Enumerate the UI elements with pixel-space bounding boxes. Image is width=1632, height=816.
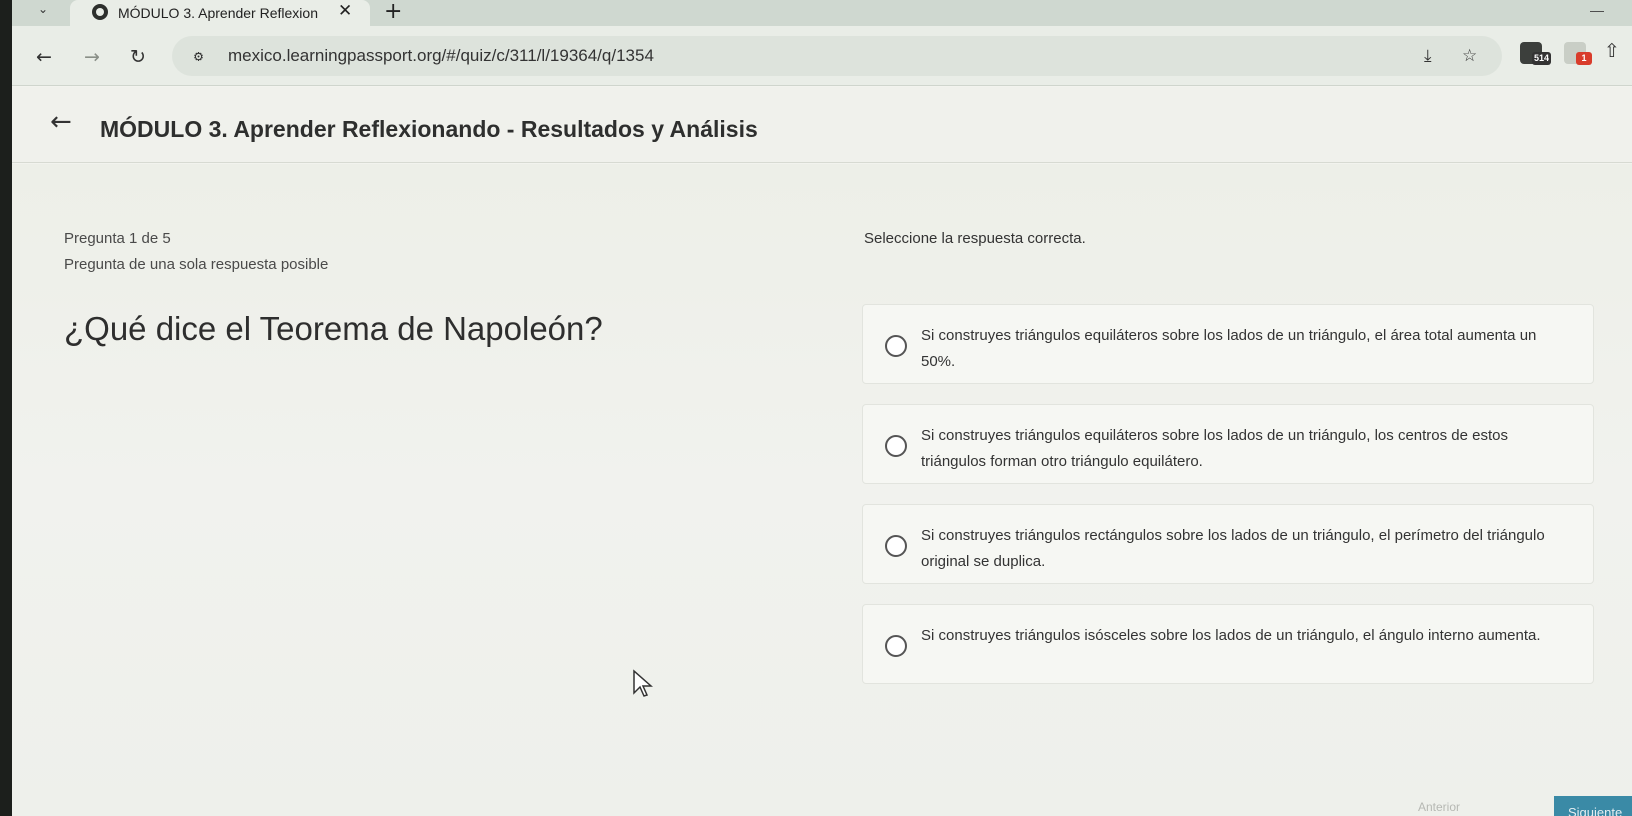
reload-icon[interactable]: ↻ (130, 46, 146, 68)
cast-icon[interactable]: ⤓ (1424, 46, 1432, 66)
radio-button[interactable] (885, 635, 907, 657)
app-header: ← MÓDULO 3. Aprender Reflexionando - Res… (12, 87, 1632, 163)
instruction-text: Seleccione la respuesta correcta. (864, 230, 1086, 247)
answer-option[interactable]: Si construyes triángulos rectángulos sob… (862, 504, 1594, 584)
back-icon[interactable]: ← (36, 46, 52, 68)
extension-badge: 1 (1576, 52, 1592, 65)
answer-option[interactable]: Si construyes triángulos equiláteros sob… (862, 304, 1594, 384)
extension-badge: 514 (1532, 52, 1552, 65)
radio-button[interactable] (885, 535, 907, 557)
question-text: ¿Qué dice el Teorema de Napoleón? (64, 310, 603, 347)
question-counter: Pregunta 1 de 5 (64, 230, 171, 247)
site-info-icon[interactable]: ⚙ (194, 47, 203, 65)
browser-tab[interactable]: MÓDULO 3. Aprender Reflexion ✕ (70, 0, 370, 26)
minimize-icon[interactable]: — (1590, 2, 1604, 18)
extension-icon[interactable]: 1 (1564, 42, 1592, 65)
quiz-content: Pregunta 1 de 5 Pregunta de una sola res… (12, 164, 1632, 816)
url-text[interactable]: mexico.learningpassport.org/#/quiz/c/311… (228, 46, 654, 66)
option-label: Si construyes triángulos rectángulos sob… (921, 527, 1545, 570)
mouse-cursor-icon (633, 669, 653, 697)
bookmark-star-icon[interactable]: ☆ (1462, 46, 1477, 66)
radio-button[interactable] (885, 435, 907, 457)
option-label: Si construyes triángulos equiláteros sob… (921, 427, 1508, 470)
forward-icon[interactable]: → (84, 46, 100, 68)
share-icon[interactable]: ⇧ (1604, 40, 1620, 62)
tab-close-icon[interactable]: ✕ (338, 1, 352, 21)
previous-button[interactable]: Anterior (1418, 800, 1460, 814)
question-type: Pregunta de una sola respuesta posible (64, 256, 329, 273)
page-title: MÓDULO 3. Aprender Reflexionando - Resul… (100, 116, 758, 142)
extension-icon[interactable]: 514 (1520, 42, 1552, 65)
tab-search-chevron-icon[interactable]: ⌄ (38, 2, 48, 16)
next-button[interactable]: Siguiente (1554, 796, 1632, 816)
radio-button[interactable] (885, 335, 907, 357)
answer-option[interactable]: Si construyes triángulos equiláteros sob… (862, 404, 1594, 484)
address-bar[interactable]: ⚙ mexico.learningpassport.org/#/quiz/c/3… (172, 36, 1502, 76)
option-label: Si construyes triángulos isósceles sobre… (921, 627, 1541, 644)
tab-title: MÓDULO 3. Aprender Reflexion (118, 5, 318, 21)
option-label: Si construyes triángulos equiláteros sob… (921, 327, 1537, 370)
tab-strip: ⌄ MÓDULO 3. Aprender Reflexion ✕ + — (12, 0, 1632, 26)
new-tab-button[interactable]: + (384, 0, 402, 24)
screen: ⌄ MÓDULO 3. Aprender Reflexion ✕ + — ← →… (12, 0, 1632, 816)
back-arrow-icon[interactable]: ← (50, 107, 72, 137)
globe-favicon-icon (92, 4, 108, 20)
browser-toolbar: ← → ↻ ⚙ mexico.learningpassport.org/#/qu… (12, 26, 1632, 86)
answer-option[interactable]: Si construyes triángulos isósceles sobre… (862, 604, 1594, 684)
